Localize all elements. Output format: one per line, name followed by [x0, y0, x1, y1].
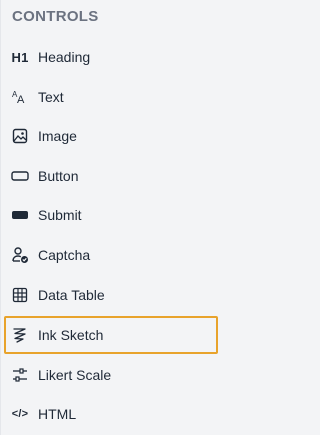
control-html[interactable]: </> HTML	[4, 395, 218, 433]
controls-panel: CONTROLS H1 Heading A A Text Image Butto…	[0, 0, 226, 435]
captcha-icon	[11, 246, 29, 264]
control-label-likert-scale: Likert Scale	[38, 367, 112, 383]
control-label-captcha: Captcha	[38, 247, 91, 263]
h1-glyph: H1	[11, 49, 29, 65]
control-label-html: HTML	[38, 406, 77, 422]
submit-icon	[11, 206, 29, 224]
button-icon	[11, 167, 29, 185]
control-label-text: Text	[38, 89, 64, 105]
table-icon	[11, 286, 29, 304]
svg-text:A: A	[17, 94, 25, 106]
control-text[interactable]: A A Text	[4, 78, 218, 116]
control-label-ink-sketch: Ink Sketch	[38, 327, 104, 343]
control-captcha[interactable]: Captcha	[4, 236, 218, 274]
control-likert-scale[interactable]: Likert Scale	[4, 356, 218, 394]
section-title: CONTROLS	[12, 8, 99, 25]
code-icon: </>	[11, 405, 29, 423]
sliders-icon	[11, 366, 29, 384]
control-label-image: Image	[38, 128, 77, 144]
code-glyph: </>	[11, 408, 29, 420]
control-label-heading: Heading	[38, 49, 91, 65]
control-label-data-table: Data Table	[38, 287, 105, 303]
control-ink-sketch[interactable]: Ink Sketch	[4, 316, 218, 354]
control-button[interactable]: Button	[4, 157, 218, 195]
control-submit[interactable]: Submit	[4, 196, 218, 234]
control-label-submit: Submit	[38, 207, 82, 223]
control-data-table[interactable]: Data Table	[4, 276, 218, 314]
text-icon: A A	[11, 88, 29, 106]
image-icon	[11, 127, 29, 145]
ink-sketch-icon	[11, 326, 29, 344]
h1-icon: H1	[11, 48, 29, 66]
control-heading[interactable]: H1 Heading	[4, 38, 218, 76]
control-label-button: Button	[38, 168, 79, 184]
control-image[interactable]: Image	[4, 117, 218, 155]
